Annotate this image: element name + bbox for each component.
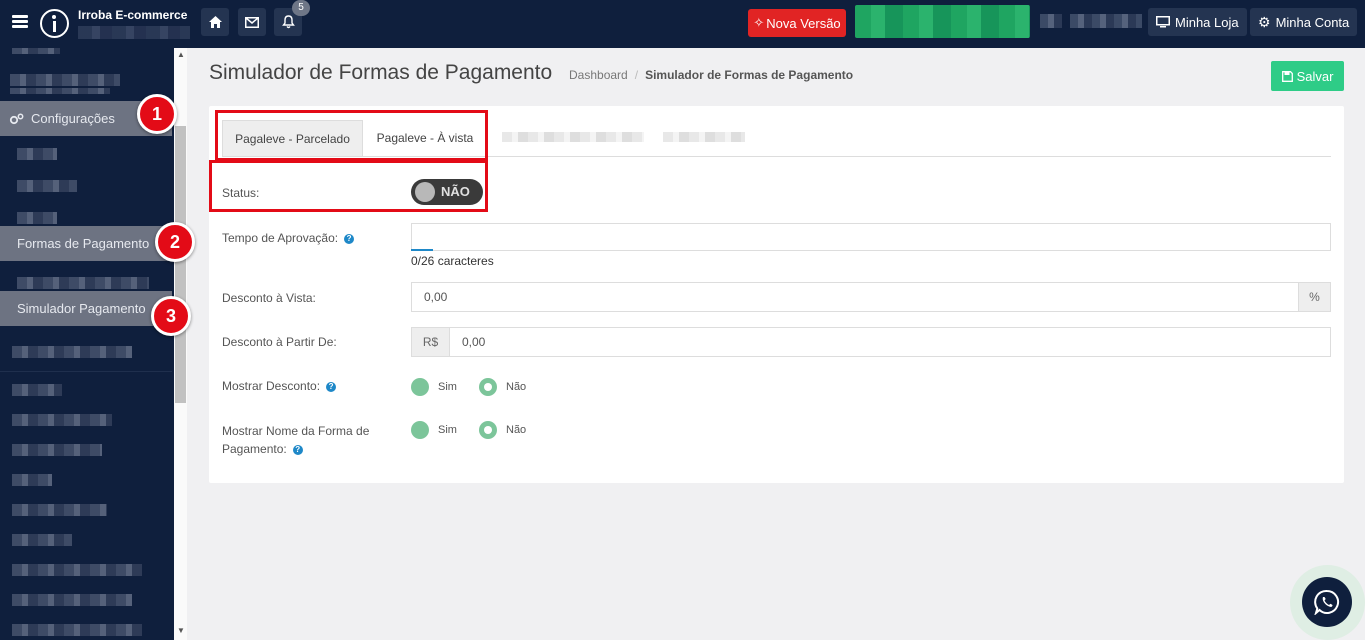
brand-name: Irroba E-commerce	[78, 8, 188, 22]
minha-conta-label: Minha Conta	[1275, 14, 1350, 30]
sidebar-redacted-item[interactable]	[12, 414, 112, 426]
monitor-icon	[1156, 16, 1170, 28]
nova-versao-label: Nova Versão	[766, 15, 841, 31]
sidebar-redacted-item[interactable]	[12, 504, 107, 516]
desconto-vista-label: Desconto à Vista:	[222, 291, 316, 305]
tempo-aprovacao-label-text: Tempo de Aprovação:	[222, 231, 339, 245]
help-icon[interactable]: ?	[326, 382, 337, 392]
sidebar-scrollbar-thumb[interactable]	[175, 126, 186, 403]
tempo-aprovacao-label: Tempo de Aprovação:?	[222, 231, 355, 245]
mail-icon	[245, 16, 259, 28]
sidebar-redacted-item[interactable]	[17, 180, 77, 192]
gear-icon: ⚙	[1258, 13, 1271, 30]
mostrar-desconto-sim-label: Sim	[438, 381, 457, 393]
sidebar-item-label: Simulador Pagamento	[17, 301, 146, 316]
page-title: Simulador de Formas de Pagamento	[209, 61, 553, 84]
mostrar-nome-nao-radio[interactable]	[479, 421, 497, 439]
mostrar-nome-sim-label: Sim	[438, 424, 457, 436]
mostrar-nome-label-line2: Pagamento:?	[222, 440, 369, 458]
sidebar-item-simulador-pagamento[interactable]: Simulador Pagamento	[0, 291, 172, 326]
mostrar-desconto-label: Mostrar Desconto:?	[222, 379, 337, 393]
percent-addon: %	[1298, 282, 1331, 312]
save-icon	[1281, 70, 1293, 82]
sidebar-redacted-item[interactable]	[12, 564, 142, 576]
sidebar: Configurações Formas de Pagamento Simula…	[0, 48, 187, 640]
sidebar-redacted-item[interactable]	[12, 474, 52, 486]
sidebar-redacted-item[interactable]	[12, 346, 132, 358]
mostrar-desconto-nao-radio[interactable]	[479, 378, 497, 396]
sidebar-redacted-item[interactable]	[12, 594, 132, 606]
mostrar-nome-nao-label: Não	[506, 424, 527, 436]
help-icon[interactable]: ?	[344, 234, 355, 244]
sidebar-redacted-item[interactable]	[12, 624, 142, 636]
bell-icon	[281, 15, 295, 29]
sidebar-divider	[0, 371, 172, 372]
step-marker-1: 1	[137, 94, 177, 134]
menu-icon[interactable]	[12, 15, 28, 28]
tempo-aprovacao-counter: 0/26 caracteres	[411, 254, 494, 268]
desconto-vista-input[interactable]: 0,00	[411, 282, 1299, 312]
scroll-up-arrow-icon[interactable]: ▲	[177, 50, 185, 59]
sidebar-redacted-item[interactable]	[17, 212, 57, 224]
breadcrumb-dashboard[interactable]: Dashboard	[569, 68, 628, 82]
sidebar-redacted-item[interactable]	[12, 48, 60, 54]
whatsapp-icon	[1314, 589, 1339, 615]
mostrar-nome-label-line1: Mostrar Nome da Forma de	[222, 424, 370, 438]
currency-addon: R$	[411, 327, 450, 357]
redacted-banner	[855, 5, 1030, 38]
sparkle-icon: ✧	[753, 15, 765, 30]
mail-button[interactable]	[238, 8, 266, 36]
mostrar-nome-sim-radio[interactable]	[411, 421, 429, 439]
mostrar-desconto-nao-label: Não	[506, 381, 527, 393]
sidebar-item-label: Configurações	[31, 111, 115, 126]
sidebar-redacted-item[interactable]	[12, 534, 72, 546]
sidebar-redacted-item[interactable]	[12, 444, 102, 456]
redacted-item	[1070, 14, 1142, 28]
redacted-item	[1040, 14, 1062, 28]
help-icon[interactable]: ?	[292, 445, 303, 455]
breadcrumb-current: Simulador de Formas de Pagamento	[645, 68, 854, 82]
brand-logo	[40, 9, 69, 38]
sidebar-redacted-item[interactable]	[12, 384, 62, 396]
sidebar-redacted-item[interactable]	[17, 148, 57, 160]
mostrar-nome-label-line2-text: Pagamento:	[222, 442, 287, 456]
breadcrumb: Dashboard / Simulador de Formas de Pagam…	[569, 68, 853, 82]
notifications-badge: 5	[292, 0, 310, 16]
mostrar-desconto-sim-radio[interactable]	[411, 378, 429, 396]
save-button[interactable]: Salvar	[1271, 61, 1344, 91]
top-navbar: Irroba E-commerce 5 ✧ Nova Versão Minha …	[0, 0, 1365, 48]
mostrar-nome-label: Mostrar Nome da Forma de Pagamento:?	[222, 422, 369, 458]
tempo-aprovacao-input[interactable]	[411, 223, 1331, 251]
sidebar-redacted-item[interactable]	[10, 88, 110, 94]
toggle-knob	[415, 182, 435, 202]
sidebar-redacted-item[interactable]	[10, 74, 120, 86]
sidebar-item-formas-pagamento[interactable]: Formas de Pagamento	[0, 226, 172, 261]
home-button[interactable]	[201, 8, 229, 36]
minha-loja-button[interactable]: Minha Loja	[1148, 8, 1247, 36]
status-toggle-text: NÃO	[441, 184, 470, 199]
cogs-icon	[9, 113, 24, 124]
input-focus-indicator	[411, 249, 433, 251]
step-marker-3: 3	[151, 296, 191, 336]
sidebar-item-label: Formas de Pagamento	[17, 236, 150, 251]
minha-conta-button[interactable]: ⚙ Minha Conta	[1250, 8, 1358, 36]
whatsapp-button[interactable]	[1302, 577, 1352, 627]
nova-versao-button[interactable]: ✧ Nova Versão	[748, 9, 846, 37]
step-marker-2: 2	[155, 222, 195, 262]
status-label: Status:	[222, 186, 260, 200]
scroll-down-arrow-icon[interactable]: ▼	[177, 626, 185, 635]
save-label: Salvar	[1296, 68, 1334, 84]
tab-redacted[interactable]	[502, 132, 644, 142]
breadcrumb-separator: /	[634, 68, 639, 82]
store-name-redacted	[78, 26, 190, 39]
desconto-partir-input[interactable]: 0,00	[449, 327, 1331, 357]
tab-redacted[interactable]	[663, 132, 745, 142]
status-toggle[interactable]: NÃO	[411, 179, 483, 205]
desconto-partir-label: Desconto à Partir De:	[222, 335, 337, 349]
minha-loja-label: Minha Loja	[1175, 14, 1239, 30]
mostrar-desconto-label-text: Mostrar Desconto:	[222, 379, 321, 393]
highlight-tabs	[215, 110, 488, 161]
home-icon	[208, 16, 222, 28]
sidebar-redacted-item[interactable]	[17, 277, 149, 289]
